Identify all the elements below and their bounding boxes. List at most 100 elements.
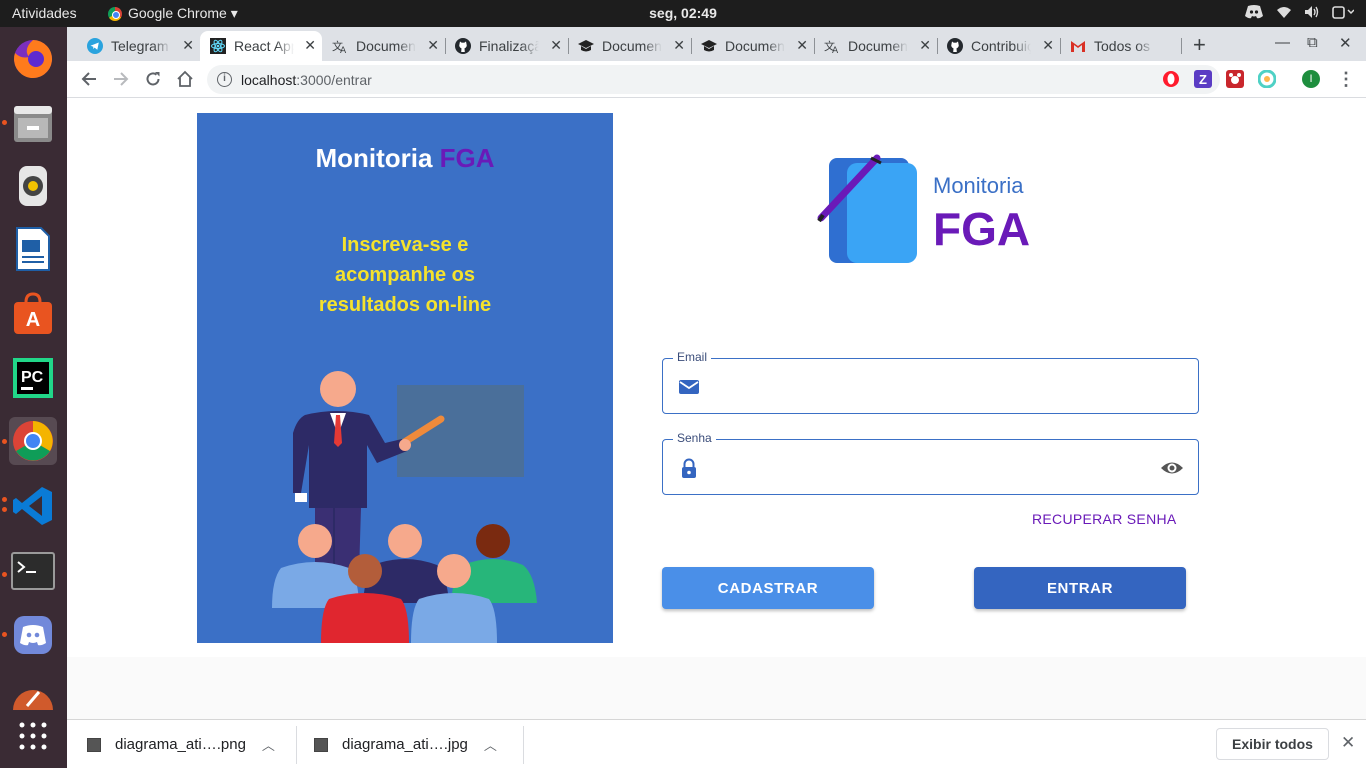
tab-documentacao-4[interactable]: 文A Documentação ✕ [814, 31, 938, 61]
running-indicator [2, 632, 7, 637]
new-tab-button[interactable]: + [1193, 32, 1206, 58]
restore-button[interactable]: ⧉ [1307, 34, 1318, 51]
back-button[interactable] [77, 67, 101, 91]
recover-password-link[interactable]: RECUPERAR SENHA [1032, 511, 1177, 527]
close-icon[interactable]: ✕ [550, 37, 562, 54]
clock[interactable]: seg, 02:49 [649, 5, 717, 21]
minimize-button[interactable]: — [1275, 34, 1290, 51]
power-menu-icon[interactable] [1332, 5, 1354, 19]
discord-icon[interactable] [1244, 4, 1264, 20]
tab-label: Documentação [725, 38, 785, 54]
teacher-students-illustration [272, 371, 537, 643]
translate-icon: 文A [824, 38, 840, 54]
register-button[interactable]: CADASTRAR [662, 567, 874, 609]
profile-avatar[interactable]: I [1302, 70, 1320, 88]
close-icon[interactable]: ✕ [673, 37, 685, 54]
chevron-up-icon[interactable]: ︿ [484, 735, 497, 754]
download-item[interactable]: diagrama_ati….png ︿ [87, 720, 275, 769]
tab-label: Contribuição [971, 38, 1031, 54]
chrome-icon[interactable] [9, 417, 57, 465]
image-file-icon [314, 737, 328, 752]
email-field[interactable]: Email [662, 350, 1199, 414]
z-extension-icon[interactable]: Z [1194, 70, 1212, 88]
tab-documentacao-3[interactable]: Documentação ✕ [691, 31, 815, 61]
files-icon[interactable] [9, 99, 57, 147]
monitoria-fga-logo: Monitoria FGA [817, 154, 1030, 263]
tab-label: Todos os [1094, 38, 1151, 54]
translate-icon: 文A [332, 38, 348, 54]
tab-documentacao-2[interactable]: Documentação ✕ [568, 31, 692, 61]
tab-gmail[interactable]: Todos os [1060, 31, 1182, 61]
react-icon [210, 38, 226, 54]
running-indicator [2, 439, 7, 444]
svg-text:A: A [26, 309, 40, 331]
download-separator [296, 726, 297, 764]
download-item[interactable]: diagrama_ati….jpg ︿ [314, 720, 497, 769]
tab-documentacao-1[interactable]: 文A Documentação ✕ [322, 31, 446, 61]
app-grid-icon[interactable] [9, 712, 57, 760]
firefox-icon[interactable] [9, 35, 57, 83]
svg-text:A: A [340, 46, 347, 54]
terminal-icon[interactable] [9, 547, 57, 595]
forward-button[interactable] [109, 67, 133, 91]
discord-icon[interactable] [9, 611, 57, 659]
close-icon[interactable]: ✕ [182, 37, 194, 54]
system-tray[interactable] [1244, 4, 1354, 20]
close-icon[interactable]: ✕ [919, 37, 931, 54]
reload-button[interactable] [141, 67, 165, 91]
close-icon[interactable]: ✕ [1042, 37, 1054, 54]
tab-label: Documentação [848, 38, 908, 54]
show-all-downloads-button[interactable]: Exibir todos [1216, 728, 1329, 760]
bug-extension-icon[interactable] [1226, 70, 1244, 88]
visibility-toggle-icon[interactable] [1160, 458, 1184, 478]
tab-contribuicao[interactable]: Contribuição ✕ [937, 31, 1061, 61]
svg-text:PC: PC [21, 369, 44, 386]
rhythmbox-icon[interactable] [9, 162, 57, 210]
tab-label: Finalização [479, 38, 539, 54]
tab-telegram[interactable]: Telegram ✕ [77, 31, 201, 61]
login-button[interactable]: ENTRAR [974, 567, 1186, 609]
hero-title: Monitoria FGA [197, 143, 613, 174]
volume-icon[interactable] [1304, 5, 1320, 19]
home-button[interactable] [173, 67, 197, 91]
home-icon [177, 70, 193, 87]
vscode-icon[interactable] [9, 482, 57, 530]
info-icon[interactable]: i [217, 72, 232, 87]
close-icon[interactable]: ✕ [1341, 733, 1355, 753]
chevron-up-icon[interactable]: ︿ [262, 735, 275, 754]
close-window-button[interactable]: ✕ [1339, 34, 1352, 52]
tab-label: Telegram [111, 38, 169, 54]
wifi-icon[interactable] [1276, 5, 1292, 19]
close-icon[interactable]: ✕ [304, 37, 316, 54]
url-path: :3000/entrar [296, 71, 372, 88]
password-field[interactable]: Senha [662, 431, 1199, 495]
github-icon [947, 38, 963, 54]
close-icon[interactable]: ✕ [796, 37, 808, 54]
downloads-bar: diagrama_ati….png ︿ diagrama_ati….jpg ︿ … [67, 719, 1366, 768]
email-label: Email [673, 350, 712, 364]
password-input[interactable] [711, 450, 1151, 484]
libreoffice-writer-icon[interactable] [9, 225, 57, 273]
lock-icon [682, 458, 696, 478]
password-label: Senha [673, 431, 716, 445]
download-separator [523, 726, 524, 764]
mail-icon [679, 380, 699, 394]
address-bar[interactable]: i localhost:3000/entrar ☆ [207, 65, 1220, 94]
graduation-cap-icon [578, 38, 594, 54]
app-menu[interactable]: Google Chrome ▾ [108, 5, 238, 22]
logo-word-fga: FGA [933, 203, 1030, 255]
opera-extension-icon[interactable] [1162, 70, 1180, 88]
gmail-icon [1070, 38, 1086, 54]
pycharm-icon[interactable]: PC [9, 354, 57, 402]
color-extension-icon[interactable] [1257, 69, 1277, 89]
tab-react-app[interactable]: React App ✕ [200, 31, 322, 61]
activities-button[interactable]: Atividades [12, 5, 77, 21]
close-icon[interactable]: ✕ [427, 37, 439, 54]
software-center-icon[interactable]: A [9, 290, 57, 338]
tab-label: Documentação [602, 38, 662, 54]
more-menu-icon[interactable]: ⋮ [1337, 70, 1355, 88]
email-input[interactable] [711, 369, 1151, 403]
arrow-left-icon [81, 72, 96, 86]
download-filename: diagrama_ati….jpg [342, 736, 468, 753]
tab-finalizacao[interactable]: Finalização ✕ [445, 31, 569, 61]
